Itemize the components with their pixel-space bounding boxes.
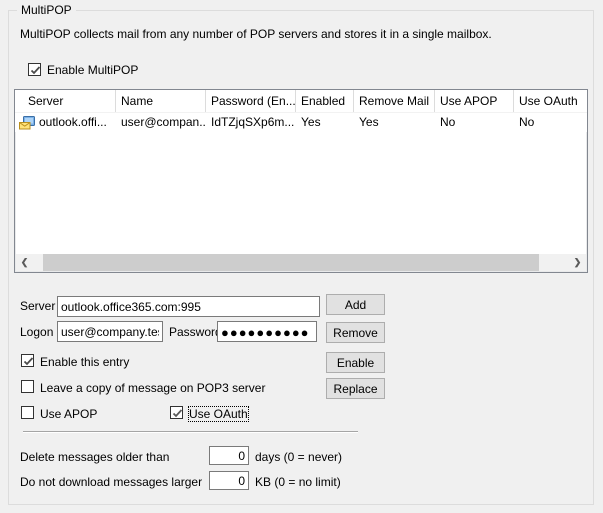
separator-line	[23, 431, 358, 433]
enable-multipop-checkbox[interactable]	[28, 63, 41, 76]
use-apop-checkbox[interactable]	[21, 406, 34, 419]
remove-button[interactable]: Remove	[326, 322, 385, 343]
enable-button[interactable]: Enable	[326, 352, 385, 373]
scroll-left-arrow-icon[interactable]: ❮	[16, 254, 33, 271]
password-label: Password	[169, 325, 222, 339]
add-button[interactable]: Add	[326, 294, 385, 315]
row-cell-password: IdTZjqSXp6m...	[206, 113, 296, 132]
password-input[interactable]	[217, 321, 317, 342]
delete-older-input[interactable]	[209, 446, 249, 465]
checkmark-icon	[22, 356, 35, 367]
row-cell-enabled: Yes	[296, 113, 354, 132]
leave-copy-label: Leave a copy of message on POP3 server	[40, 381, 265, 395]
column-header-name[interactable]: Name	[116, 90, 206, 112]
logon-label: Logon	[20, 325, 53, 339]
enable-this-entry-label: Enable this entry	[40, 355, 129, 369]
mail-server-icon	[19, 115, 35, 131]
row-cell-server: outlook.offi...	[15, 113, 116, 132]
scrollbar-track[interactable]	[539, 254, 569, 271]
row-server-text: outlook.offi...	[39, 113, 107, 132]
column-header-use-oauth[interactable]: Use OAuth	[514, 90, 588, 112]
max-size-input[interactable]	[209, 471, 249, 490]
server-input[interactable]	[57, 296, 320, 317]
table-row[interactable]: outlook.offi... user@compan... IdTZjqSXp…	[15, 113, 587, 132]
enable-multipop-label: Enable MultiPOP	[47, 63, 138, 77]
max-size-suffix: KB (0 = no limit)	[255, 475, 341, 489]
delete-older-label: Delete messages older than	[20, 450, 169, 464]
column-header-server[interactable]: Server	[15, 90, 116, 112]
server-label: Server	[20, 299, 55, 313]
list-header: Server Name Password (En... Enabled Remo…	[15, 90, 587, 113]
row-cell-remove-mail: Yes	[354, 113, 435, 132]
use-oauth-label: Use OAuth	[189, 407, 248, 421]
column-header-password[interactable]: Password (En...	[206, 90, 296, 112]
checkmark-icon	[29, 65, 42, 76]
leave-copy-checkbox[interactable]	[21, 380, 34, 393]
multipop-entries-list[interactable]: Server Name Password (En... Enabled Remo…	[14, 89, 588, 273]
row-cell-name: user@compan...	[116, 113, 206, 132]
horizontal-scrollbar[interactable]: ❮ ❯	[16, 254, 586, 271]
delete-older-suffix: days (0 = never)	[255, 450, 342, 464]
groupbox-title: MultiPOP	[17, 3, 76, 17]
scroll-right-arrow-icon[interactable]: ❯	[569, 254, 586, 271]
column-header-use-apop[interactable]: Use APOP	[435, 90, 514, 112]
multipop-description: MultiPOP collects mail from any number o…	[20, 27, 492, 41]
row-cell-use-apop: No	[435, 113, 514, 132]
checkmark-icon	[171, 408, 184, 419]
column-header-remove-mail[interactable]: Remove Mail	[354, 90, 435, 112]
column-header-enabled[interactable]: Enabled	[296, 90, 354, 112]
scrollbar-thumb[interactable]	[43, 254, 539, 271]
logon-input[interactable]	[57, 321, 163, 342]
use-oauth-checkbox[interactable]	[170, 406, 183, 419]
use-apop-label: Use APOP	[40, 407, 97, 421]
row-cell-use-oauth: No	[514, 113, 588, 132]
max-size-label: Do not download messages larger	[20, 475, 202, 489]
enable-this-entry-checkbox[interactable]	[21, 354, 34, 367]
replace-button[interactable]: Replace	[326, 378, 385, 399]
